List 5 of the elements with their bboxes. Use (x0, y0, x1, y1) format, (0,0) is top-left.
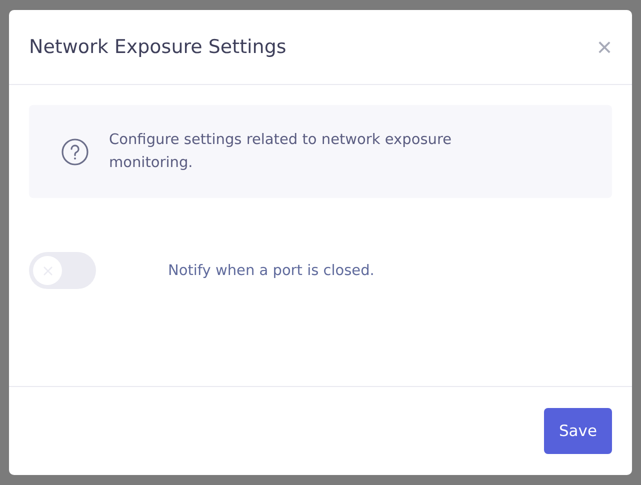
toggle-label: Notify when a port is closed. (168, 262, 374, 278)
help-icon (61, 138, 89, 166)
info-text: Configure settings related to network exposure monitoring. (109, 130, 453, 172)
save-button[interactable]: Save (544, 408, 612, 454)
dialog-title: Network Exposure Settings (29, 36, 286, 58)
